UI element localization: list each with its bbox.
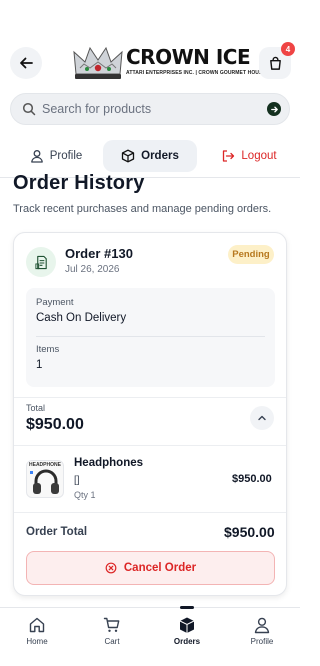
shopping-bag-icon — [269, 56, 281, 70]
page-title: Order History — [13, 172, 145, 194]
search-icon — [22, 102, 36, 116]
status-badge: Pending — [228, 245, 274, 264]
order-date: Jul 26, 2026 — [65, 264, 120, 275]
nav-home[interactable]: Home — [7, 616, 67, 646]
back-button[interactable] — [10, 47, 42, 79]
user-icon — [254, 617, 270, 634]
item-price: $950.00 — [232, 473, 272, 485]
logo-title: CROWN ICE — [126, 45, 251, 69]
divider — [14, 512, 286, 513]
tab-orders[interactable]: Orders — [103, 140, 197, 172]
page-subtitle: Track recent purchases and manage pendin… — [13, 203, 272, 215]
arrow-left-icon — [20, 57, 33, 69]
cart-button[interactable]: 4 — [259, 42, 295, 79]
logout-icon — [223, 150, 235, 162]
brand-logo: CROWN ICE ATTARI ENTERPRISES INC. | CROW… — [72, 44, 266, 84]
total-value: $950.00 — [26, 416, 84, 433]
order-total-value: $950.00 — [224, 524, 275, 540]
collapse-button[interactable] — [250, 406, 274, 430]
bottom-navigation: Home Cart Orders Profile — [0, 606, 300, 666]
tab-profile-label: Profile — [49, 150, 83, 162]
nav-profile[interactable]: Profile — [232, 616, 292, 646]
logo-subtitle: ATTARI ENTERPRISES INC. | CROWN GOURMET … — [126, 70, 266, 76]
cancel-order-button[interactable]: Cancel Order — [26, 551, 275, 585]
cancel-order-label: Cancel Order — [123, 562, 197, 574]
tab-logout[interactable]: Logout — [206, 140, 292, 172]
tab-logout-label: Logout — [241, 150, 277, 162]
item-variant: [] — [74, 475, 80, 486]
divider — [14, 397, 286, 398]
cart-icon — [103, 617, 120, 632]
search-input[interactable]: Search for products — [42, 102, 151, 116]
tab-profile[interactable]: Profile — [16, 140, 96, 172]
search-submit-button[interactable] — [267, 102, 281, 116]
headphones-icon — [30, 469, 59, 494]
order-number: Order #130 — [65, 246, 133, 261]
divider — [14, 445, 286, 446]
product-thumbnail: HEADPHONE — [26, 460, 64, 498]
box-icon — [179, 617, 195, 633]
user-icon — [30, 150, 43, 163]
item-quantity: Qty 1 — [74, 490, 96, 500]
nav-profile-label: Profile — [250, 637, 274, 646]
nav-cart-label: Cart — [104, 637, 120, 646]
search-bar[interactable]: Search for products — [10, 93, 290, 125]
total-label: Total — [26, 403, 46, 413]
info-divider — [36, 336, 265, 337]
receipt-icon — [34, 255, 47, 269]
active-nav-indicator — [180, 606, 194, 609]
order-total-label: Order Total — [26, 526, 88, 538]
nav-home-label: Home — [26, 637, 48, 646]
box-icon — [121, 149, 135, 163]
payment-label: Payment — [36, 297, 74, 308]
home-icon — [29, 617, 45, 633]
nav-orders[interactable]: Orders — [157, 616, 217, 646]
nav-cart[interactable]: Cart — [82, 616, 142, 646]
arrow-right-icon — [270, 106, 278, 112]
order-card: Order #130 Jul 26, 2026 Pending Payment … — [13, 232, 287, 596]
item-name: Headphones — [74, 457, 144, 469]
order-info-box: Payment Cash On Delivery Items 1 — [26, 288, 275, 387]
app-header: CROWN ICE ATTARI ENTERPRISES INC. | CROW… — [0, 0, 300, 90]
nav-orders-label: Orders — [173, 637, 201, 646]
crown-icon — [73, 46, 123, 79]
payment-value: Cash On Delivery — [36, 312, 127, 324]
items-value: 1 — [36, 359, 43, 371]
cancel-circle-icon — [105, 562, 117, 574]
cart-count-badge: 4 — [281, 42, 295, 56]
receipt-icon-wrap — [26, 247, 56, 277]
chevron-up-icon — [258, 415, 266, 421]
tab-orders-label: Orders — [141, 150, 179, 162]
items-label: Items — [36, 344, 60, 355]
